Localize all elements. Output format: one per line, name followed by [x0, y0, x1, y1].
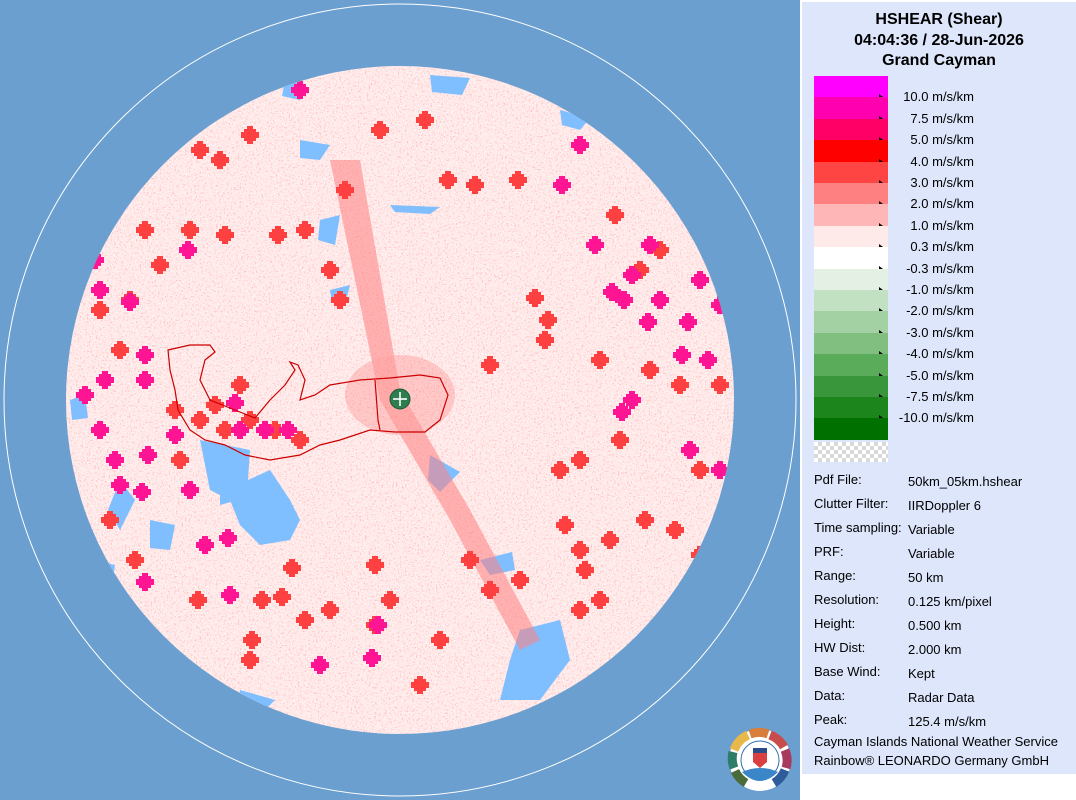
metadata-key: Time sampling: [814, 520, 902, 535]
metadata-key: Peak: [814, 712, 848, 727]
legend-swatch [814, 418, 888, 440]
legend-swatch [814, 183, 888, 205]
metadata-key: Height: [814, 616, 856, 631]
legend-swatch [814, 204, 888, 226]
metadata-key: HW Dist: [814, 640, 866, 655]
metadata-key: Range: [814, 568, 856, 583]
metadata-key: Pdf File: [814, 472, 862, 487]
legend-swatch [814, 225, 888, 248]
metadata-value: IIRDoppler 6 [908, 498, 981, 513]
legend-swatch [814, 76, 888, 98]
vendor-credit: Rainbow® LEONARDO Germany GmbH [814, 753, 1049, 768]
metadata-key: Clutter Filter: [814, 496, 889, 511]
legend-swatch [814, 161, 888, 183]
product-title: HSHEAR (Shear) [875, 11, 1003, 28]
legend-swatch [814, 140, 888, 162]
legend-swatch [814, 311, 888, 333]
metadata-value: 125.4 m/s/km [908, 714, 987, 729]
legend-row [814, 418, 1076, 440]
metadata-value: 0.125 km/pixel [908, 594, 992, 609]
metadata-value: Kept [908, 666, 935, 681]
metadata-value: Radar Data [908, 690, 975, 705]
metadata-key: Data: [814, 688, 846, 703]
legend-swatch [814, 375, 888, 397]
agency-credit: Cayman Islands National Weather Service [814, 734, 1058, 749]
legend-swatch [814, 354, 888, 376]
metadata-key: Base Wind: [814, 664, 881, 679]
metadata-value: 50 km [908, 570, 944, 585]
metadata-value: 50km_05km.hshear [908, 474, 1023, 489]
legend-swatch [814, 290, 888, 312]
legend-swatch [814, 268, 888, 290]
site-name: Grand Cayman [882, 52, 996, 69]
legend-swatch [814, 332, 888, 355]
legend-panel: HSHEAR (Shear) 04:04:36 / 28-Jun-2026 Gr… [800, 0, 1076, 800]
metadata-value: Variable [908, 546, 955, 561]
metadata-value: 2.000 km [908, 642, 962, 657]
radar-map[interactable] [0, 0, 800, 800]
cayman-nws-logo-icon [727, 728, 792, 791]
legend-swatch [814, 118, 888, 141]
legend-panel-inner: HSHEAR (Shear) 04:04:36 / 28-Jun-2026 Gr… [802, 2, 1076, 774]
no-data-swatch [814, 442, 888, 462]
legend-swatch [814, 397, 888, 419]
metadata-value: Variable [908, 522, 955, 537]
radar-site-icon[interactable] [389, 388, 411, 410]
metadata-key: Resolution: [814, 592, 880, 607]
legend-swatch [814, 247, 888, 269]
metadata-key: PRF: [814, 544, 844, 559]
legend-swatch [814, 97, 888, 119]
timestamp: 04:04:36 / 28-Jun-2026 [854, 32, 1024, 49]
metadata-value: 0.500 km [908, 618, 962, 633]
